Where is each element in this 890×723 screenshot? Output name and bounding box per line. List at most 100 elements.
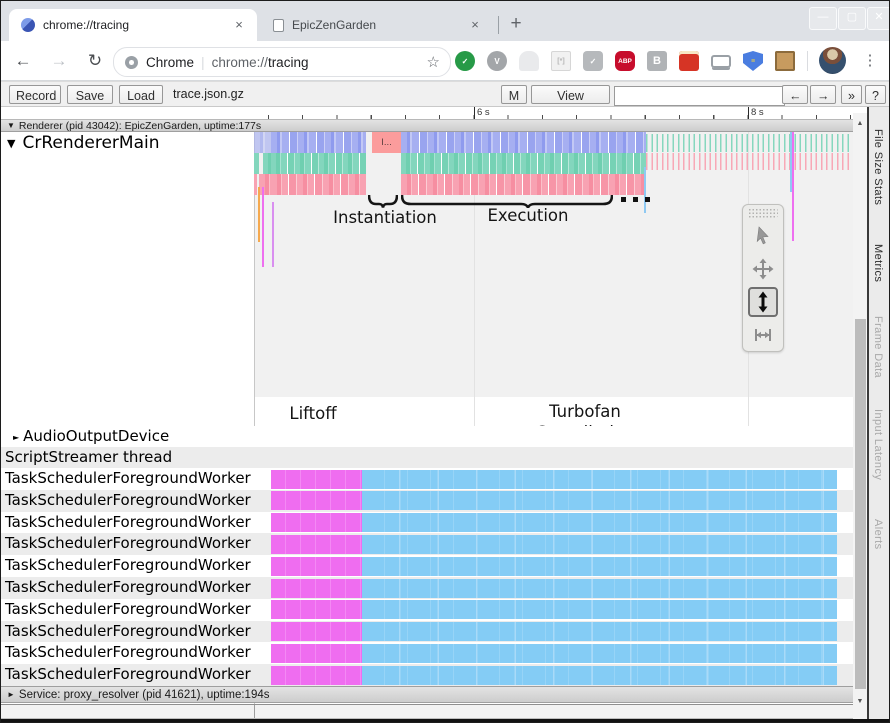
sidebar-tab-frame-data[interactable]: Frame Data — [872, 316, 884, 378]
thread-row-worker[interactable]: TaskSchedulerForegroundWorker — [1, 512, 853, 534]
liftoff-compile-slice[interactable] — [271, 622, 362, 641]
trace-band-pink[interactable] — [271, 174, 366, 195]
scroll-up-icon[interactable]: ▲ — [853, 117, 867, 131]
trace-band-teal[interactable] — [254, 153, 259, 174]
scroll-down-icon[interactable]: ▼ — [853, 695, 867, 709]
turbofan-compile-slice[interactable] — [362, 600, 837, 619]
thread-row-worker[interactable]: TaskSchedulerForegroundWorker — [1, 621, 853, 643]
find-prev-button[interactable]: ← — [782, 85, 808, 104]
view-options-button[interactable]: View Options — [531, 85, 610, 104]
close-button[interactable]: ✕ — [867, 7, 890, 30]
thread-label-crutils[interactable]: ▼CrRendererMain — [7, 133, 160, 153]
abp-extension-icon[interactable]: ABP — [615, 51, 635, 71]
address-bar[interactable]: Chrome | chrome://tracing ☆ — [113, 47, 451, 77]
check-circle-extension-icon[interactable]: ✓ — [455, 51, 475, 71]
turbofan-compile-slice[interactable] — [362, 579, 837, 598]
liftoff-compile-slice[interactable] — [271, 600, 362, 619]
maximize-button[interactable]: ▢ — [838, 7, 866, 30]
forward-icon[interactable]: → — [47, 49, 71, 73]
thread-row-scriptstreamer[interactable]: ScriptStreamer thread — [1, 447, 853, 468]
pan-tool-icon[interactable] — [748, 254, 778, 284]
renderer-process-header[interactable]: ▼Renderer (pid 43042): EpicZenGarden, up… — [1, 119, 853, 132]
scrollbar-thumb[interactable] — [855, 319, 866, 689]
save-button[interactable]: Save — [67, 85, 113, 104]
tab-chrome-tracing[interactable]: chrome://tracing × — [9, 9, 257, 41]
back-icon[interactable]: ← — [11, 49, 35, 73]
sparse-slices-pink[interactable] — [646, 153, 851, 170]
trace-band-blue[interactable] — [401, 132, 646, 153]
sidebar-tab-metrics[interactable]: Metrics — [872, 244, 884, 282]
sparse-slices-teal[interactable] — [646, 134, 851, 152]
turbofan-compile-slice[interactable] — [362, 644, 837, 663]
sidebar-tab-alerts[interactable]: Alerts — [872, 519, 884, 550]
turbofan-compile-slice[interactable] — [362, 535, 837, 554]
calculator-extension-icon[interactable] — [679, 51, 699, 71]
bookmark-star-icon[interactable]: ☆ — [427, 53, 440, 71]
help-button[interactable]: ? — [865, 85, 886, 104]
liftoff-compile-slice[interactable] — [271, 666, 362, 685]
palette-grip-handle[interactable] — [748, 208, 778, 218]
turbofan-compile-slice[interactable] — [362, 622, 837, 641]
sidebar-tab-file-size-stats[interactable]: File Size Stats — [872, 129, 884, 205]
ghostery-extension-icon[interactable] — [519, 51, 539, 71]
checker-extension-icon[interactable]: ✓ — [583, 51, 603, 71]
thread-row-worker[interactable]: TaskSchedulerForegroundWorker — [1, 577, 853, 599]
thread-row-worker[interactable]: TaskSchedulerForegroundWorker — [1, 664, 853, 686]
crate-extension-icon[interactable] — [775, 51, 795, 71]
vertical-scrollbar[interactable]: ▲ ▼ — [853, 113, 867, 719]
trace-band-teal[interactable] — [271, 153, 366, 174]
zoom-tool-icon[interactable] — [748, 287, 778, 317]
load-button[interactable]: Load — [119, 85, 163, 104]
search-input[interactable] — [614, 86, 785, 106]
liftoff-compile-slice[interactable] — [271, 513, 362, 532]
turbofan-compile-slice[interactable] — [362, 513, 837, 532]
liftoff-compile-slice[interactable] — [271, 557, 362, 576]
turbofan-compile-slice[interactable] — [362, 470, 837, 489]
metrics-m-button[interactable]: M — [501, 85, 527, 104]
tab-close-icon[interactable]: × — [467, 17, 483, 33]
password-box-extension-icon[interactable]: [*] — [551, 51, 571, 71]
tab-close-icon[interactable]: × — [231, 17, 247, 33]
b-letter-extension-icon[interactable]: B — [647, 51, 667, 71]
liftoff-compile-slice[interactable] — [271, 579, 362, 598]
browser-menu-icon[interactable]: ⋮ — [859, 49, 881, 73]
vimium-extension-icon[interactable]: V — [487, 51, 507, 71]
thread-row-worker[interactable]: TaskSchedulerForegroundWorker — [1, 533, 853, 555]
thread-row-worker[interactable]: TaskSchedulerForegroundWorker — [1, 555, 853, 577]
turbofan-compile-slice[interactable] — [362, 557, 837, 576]
record-button[interactable]: Record — [9, 85, 61, 104]
trace-band-teal[interactable] — [401, 153, 646, 174]
thread-row-audio[interactable]: ►AudioOutputDevice — [1, 426, 853, 447]
turbofan-compile-slice[interactable] — [362, 666, 837, 685]
find-next-button[interactable]: → — [810, 85, 836, 104]
reload-icon[interactable]: ↻ — [83, 49, 107, 73]
minimize-button[interactable]: — — [809, 7, 837, 30]
thread-row-worker[interactable]: TaskSchedulerForegroundWorker — [1, 468, 853, 490]
more-button[interactable]: » — [841, 85, 862, 104]
laptop-extension-icon[interactable] — [711, 55, 731, 68]
trace-band-pink[interactable] — [254, 174, 257, 195]
thread-row-worker[interactable]: TaskSchedulerForegroundWorker — [1, 490, 853, 512]
profile-avatar[interactable] — [819, 47, 846, 74]
sidebar-tab-input-latency[interactable]: Input Latency — [872, 409, 884, 480]
liftoff-compile-slice[interactable] — [271, 491, 362, 510]
thread-row-worker[interactable]: TaskSchedulerForegroundWorker — [1, 599, 853, 621]
wasm-instantiate-slice[interactable]: I... — [372, 132, 401, 153]
liftoff-compile-slice[interactable] — [271, 535, 362, 554]
trace-band-teal[interactable] — [263, 153, 271, 174]
timing-tool-icon[interactable] — [748, 320, 778, 350]
trace-band-pink[interactable] — [259, 174, 271, 195]
trace-band-pink[interactable] — [401, 174, 646, 195]
select-tool-icon[interactable] — [748, 221, 778, 251]
horizontal-scrollbar[interactable] — [1, 704, 853, 719]
service-process-header[interactable]: ►Service: proxy_resolver (pid 41621), up… — [1, 686, 853, 703]
tab-epiczengarden[interactable]: EpicZenGarden × — [261, 9, 493, 41]
turbofan-compile-slice[interactable] — [362, 491, 837, 510]
liftoff-compile-slice[interactable] — [271, 644, 362, 663]
new-tab-button[interactable]: + — [503, 11, 529, 37]
thread-row-worker[interactable]: TaskSchedulerForegroundWorker — [1, 642, 853, 664]
trace-band-blue[interactable] — [254, 132, 271, 153]
shield-extension-icon[interactable]: ≡ — [743, 51, 763, 71]
trace-band-blue[interactable] — [271, 132, 366, 153]
liftoff-compile-slice[interactable] — [271, 470, 362, 489]
